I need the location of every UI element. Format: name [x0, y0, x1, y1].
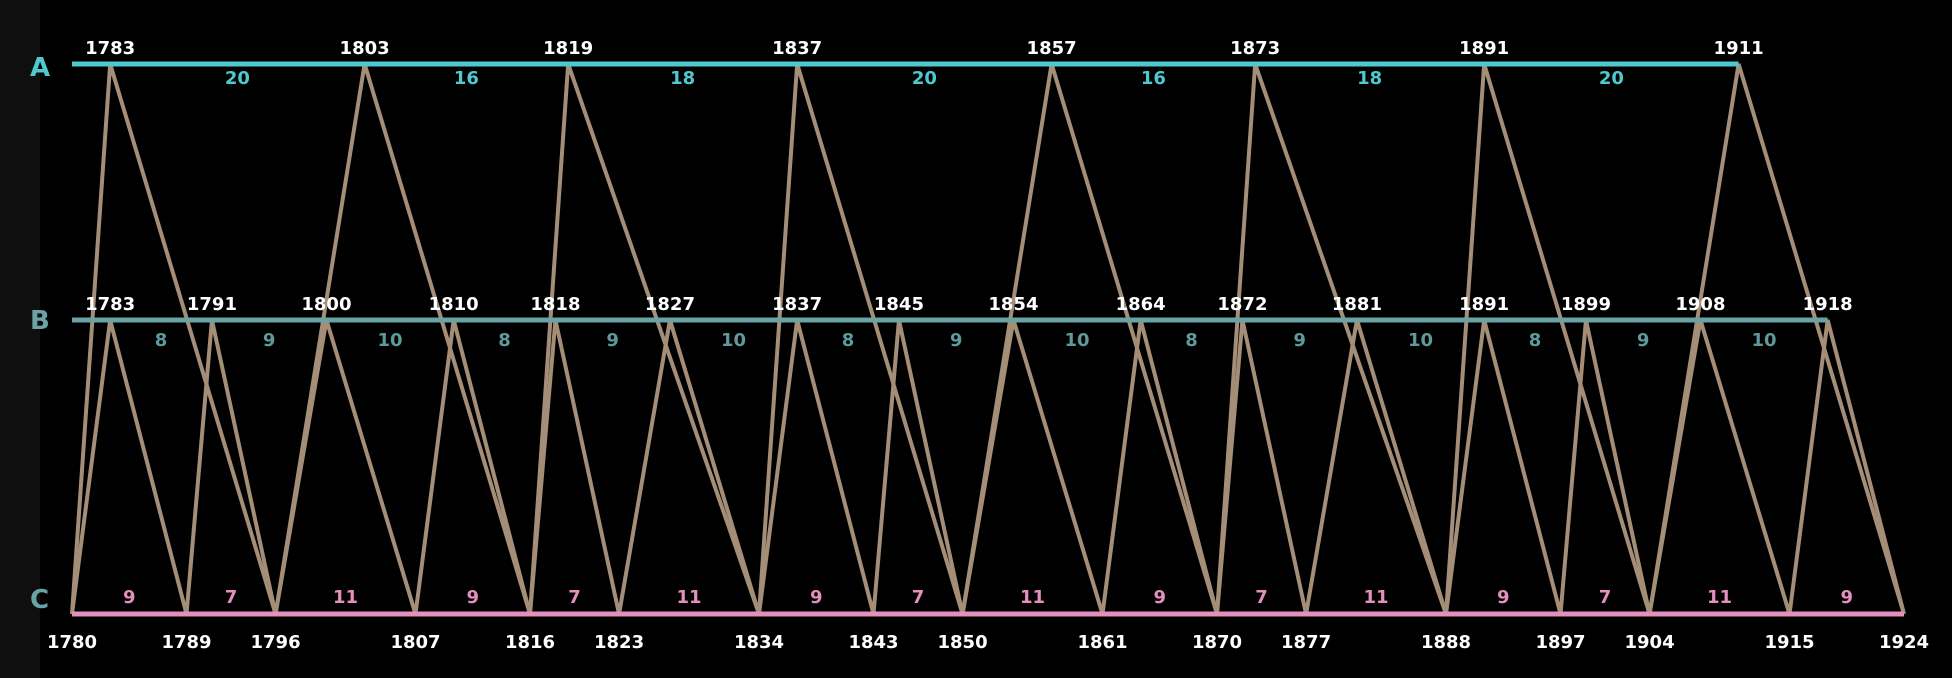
- gap-label: 9: [466, 587, 479, 608]
- year-label: 1827: [645, 294, 695, 315]
- gap-label: 9: [1840, 587, 1853, 608]
- gap-label: 9: [1637, 330, 1650, 351]
- gap-label: 10: [1752, 330, 1777, 351]
- gap-label: 10: [1065, 330, 1090, 351]
- gap-label: 10: [1408, 330, 1433, 351]
- year-label: 1800: [301, 294, 351, 315]
- year-label: 1924: [1879, 632, 1929, 653]
- year-label: 1888: [1421, 632, 1471, 653]
- gap-label: 7: [1255, 587, 1268, 608]
- plot-background: [40, 0, 1952, 678]
- gap-label: 20: [912, 68, 937, 89]
- gap-label: 9: [263, 330, 276, 351]
- year-label: 1881: [1332, 294, 1382, 315]
- year-label: 1837: [772, 294, 822, 315]
- gap-label: 8: [1185, 330, 1198, 351]
- gap-label: 9: [1293, 330, 1306, 351]
- year-label: 1877: [1281, 632, 1331, 653]
- year-label: 1899: [1561, 294, 1611, 315]
- year-label: 1864: [1116, 294, 1166, 315]
- cycle-diagram: A 1783 1803 1819 1837 1857 1873 1891 1911 20 16 1…: [30, 0, 1952, 678]
- year-label: 1789: [161, 632, 211, 653]
- gap-label: 11: [676, 587, 701, 608]
- gap-label: 18: [1357, 68, 1382, 89]
- gap-label: 9: [810, 587, 823, 608]
- gap-label: 10: [721, 330, 746, 351]
- year-label: 1850: [938, 632, 988, 653]
- gap-label: 16: [454, 68, 479, 89]
- gap-label: 9: [606, 330, 619, 351]
- gap-label: 9: [1153, 587, 1166, 608]
- year-label: 1915: [1764, 632, 1814, 653]
- year-label: 1897: [1535, 632, 1585, 653]
- year-label: 1857: [1027, 38, 1077, 59]
- year-label: 1803: [340, 38, 390, 59]
- year-label: 1918: [1803, 294, 1853, 315]
- gap-label: 18: [670, 68, 695, 89]
- year-label: 1870: [1192, 632, 1242, 653]
- gap-label: 10: [378, 330, 403, 351]
- year-label: 1843: [848, 632, 898, 653]
- year-label: 1891: [1459, 38, 1509, 59]
- year-label: 1908: [1675, 294, 1725, 315]
- row-b-label: B: [30, 306, 50, 336]
- year-label: 1845: [874, 294, 924, 315]
- year-label: 1823: [594, 632, 644, 653]
- year-label: 1791: [187, 294, 237, 315]
- year-label: 1816: [505, 632, 555, 653]
- gap-label: 8: [498, 330, 511, 351]
- gap-label: 11: [1363, 587, 1388, 608]
- year-label: 1872: [1217, 294, 1267, 315]
- gap-label: 8: [842, 330, 855, 351]
- year-label: 1810: [429, 294, 479, 315]
- gap-label: 11: [1707, 587, 1732, 608]
- year-label: 1807: [390, 632, 440, 653]
- gap-label: 20: [225, 68, 250, 89]
- gap-label: 16: [1141, 68, 1166, 89]
- year-label: 1834: [734, 632, 784, 653]
- year-label: 1783: [85, 38, 135, 59]
- year-label: 1891: [1459, 294, 1509, 315]
- gap-label: 20: [1599, 68, 1624, 89]
- year-label: 1873: [1230, 38, 1280, 59]
- year-label: 1854: [988, 294, 1038, 315]
- year-label: 1783: [85, 294, 135, 315]
- gap-label: 7: [912, 587, 925, 608]
- gap-label: 7: [225, 587, 238, 608]
- gap-label: 8: [1529, 330, 1542, 351]
- row-a-label: A: [30, 53, 50, 83]
- year-label: 1911: [1714, 38, 1764, 59]
- gap-label: 8: [155, 330, 168, 351]
- gap-label: 7: [568, 587, 581, 608]
- year-label: 1796: [251, 632, 301, 653]
- gap-label: 9: [123, 587, 136, 608]
- row-c-label: C: [30, 585, 49, 615]
- year-label: 1861: [1077, 632, 1127, 653]
- year-label: 1780: [47, 632, 97, 653]
- gap-label: 9: [950, 330, 963, 351]
- gap-label: 11: [1020, 587, 1045, 608]
- year-label: 1837: [772, 38, 822, 59]
- year-label: 1818: [530, 294, 580, 315]
- year-label: 1904: [1625, 632, 1675, 653]
- year-label: 1819: [543, 38, 593, 59]
- gap-label: 7: [1599, 587, 1612, 608]
- gap-label: 9: [1497, 587, 1510, 608]
- gap-label: 11: [333, 587, 358, 608]
